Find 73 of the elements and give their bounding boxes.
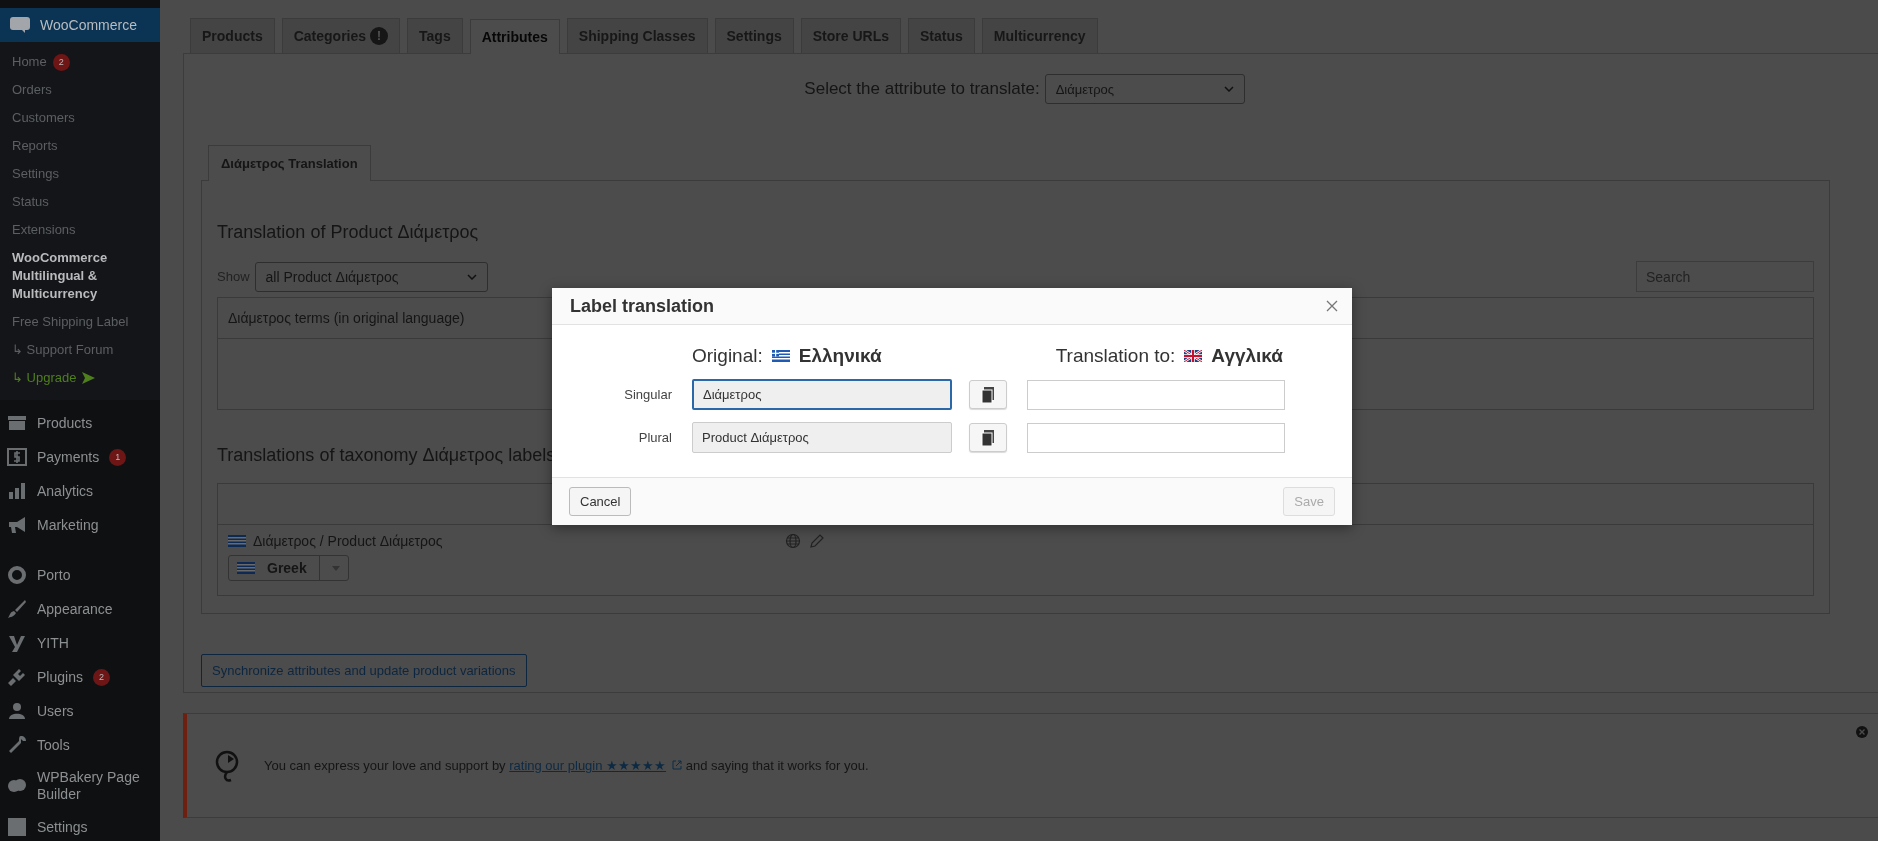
sidebar-menu-item[interactable]: Payments 1 xyxy=(0,440,160,474)
translation-label: Translation to: xyxy=(1055,345,1176,367)
sidebar-menu-item[interactable]: Porto xyxy=(0,558,160,592)
plug-icon xyxy=(7,667,27,687)
submenu-item[interactable]: Orders xyxy=(0,76,160,104)
sidebar-menu-item[interactable]: Tools xyxy=(0,728,160,762)
megaphone-icon xyxy=(7,515,27,535)
submenu-item[interactable]: Settings xyxy=(0,160,160,188)
sidebar-menu-item[interactable]: Plugins 2 xyxy=(0,660,160,694)
original-label: Original: xyxy=(692,345,763,367)
sync-button[interactable]: Synchronize attributes and update product variations xyxy=(201,654,527,687)
sidebar-menu-item[interactable]: WooCommerce xyxy=(0,8,160,42)
y-icon xyxy=(7,633,27,653)
dialog-title: Label translation xyxy=(570,295,715,317)
dollar-icon xyxy=(7,447,27,467)
count-badge: 2 xyxy=(52,53,70,71)
sidebar-menu-item[interactable]: Users xyxy=(0,694,160,728)
submenu-item[interactable]: Status xyxy=(0,188,160,216)
flag-icon xyxy=(228,535,246,547)
woo-logo-icon xyxy=(10,17,30,33)
pencil-icon[interactable] xyxy=(809,534,824,548)
copy-button[interactable] xyxy=(969,380,1007,409)
column-header: Διάμετρος terms (in original language) xyxy=(228,310,465,326)
copy-icon xyxy=(981,386,995,403)
flag-icon xyxy=(237,562,255,574)
field-label: Singular xyxy=(623,387,673,402)
tab[interactable]: Attributes xyxy=(469,19,560,54)
original-field[interactable]: Product Διάμετρος xyxy=(692,422,952,453)
chevron-icon xyxy=(466,273,477,280)
submenu-item[interactable]: ↳ Upgrade xyxy=(0,364,160,392)
count-badge: 2 xyxy=(92,668,110,686)
brush-icon xyxy=(7,599,27,619)
field-label: Plural xyxy=(637,430,673,445)
flag-icon xyxy=(771,350,790,362)
sidebar-menu-item[interactable]: Appearance xyxy=(0,592,160,626)
submenu-item[interactable]: Reports xyxy=(0,132,160,160)
submenu-item[interactable]: ↳ Support Forum xyxy=(0,336,160,364)
sidebar-menu-item[interactable]: Settings xyxy=(0,810,160,841)
alert-badge: ! xyxy=(370,27,389,45)
count-badge: 1 xyxy=(109,448,127,466)
submenu-item[interactable]: Home 2 xyxy=(0,48,160,76)
flag-icon xyxy=(1184,350,1203,362)
cancel-button[interactable]: Cancel xyxy=(569,487,632,516)
ring-icon xyxy=(7,565,27,585)
caret-icon xyxy=(331,565,340,571)
close-icon[interactable] xyxy=(1326,300,1338,312)
original-language: Ελληνικά xyxy=(798,345,882,367)
user-icon xyxy=(7,701,27,721)
globe-icon[interactable] xyxy=(784,533,801,549)
label-text: Διάμετρος / Product Διάμετρος xyxy=(253,533,443,549)
arrow-icon xyxy=(82,372,96,384)
sidebar-menu-item[interactable]: Products xyxy=(0,406,160,440)
sidebar-menu-item[interactable]: Analytics xyxy=(0,474,160,508)
external-link-icon xyxy=(672,760,683,770)
translation-language: Αγγλικά xyxy=(1211,345,1283,367)
original-field[interactable]: Διάμετρος xyxy=(692,379,952,410)
submenu-item[interactable]: WooCommerce Multilingual & Multicurrency xyxy=(0,244,160,308)
chevron-icon xyxy=(1223,86,1234,92)
bars-icon xyxy=(7,481,27,501)
close-icon[interactable] xyxy=(1856,726,1868,738)
translation-field[interactable] xyxy=(1027,379,1285,410)
box-icon xyxy=(7,413,27,433)
submenu-item[interactable]: Free Shipping Label xyxy=(0,308,160,336)
copy-button[interactable] xyxy=(969,423,1007,452)
submenu-item[interactable]: Extensions xyxy=(0,216,160,244)
rating-link[interactable]: rating our plugin ★★★★★ xyxy=(509,758,683,773)
sidebar-menu-item[interactable]: YITH xyxy=(0,626,160,660)
copy-icon xyxy=(981,429,995,446)
sidebar-menu-item[interactable]: Marketing xyxy=(0,508,160,542)
sidebar-menu-item[interactable]: WPBakery Page Builder xyxy=(0,762,160,810)
submenu-item[interactable]: Customers xyxy=(0,104,160,132)
translation-field[interactable] xyxy=(1027,422,1285,453)
attribute-select[interactable]: Διάμετρος xyxy=(1044,74,1245,104)
